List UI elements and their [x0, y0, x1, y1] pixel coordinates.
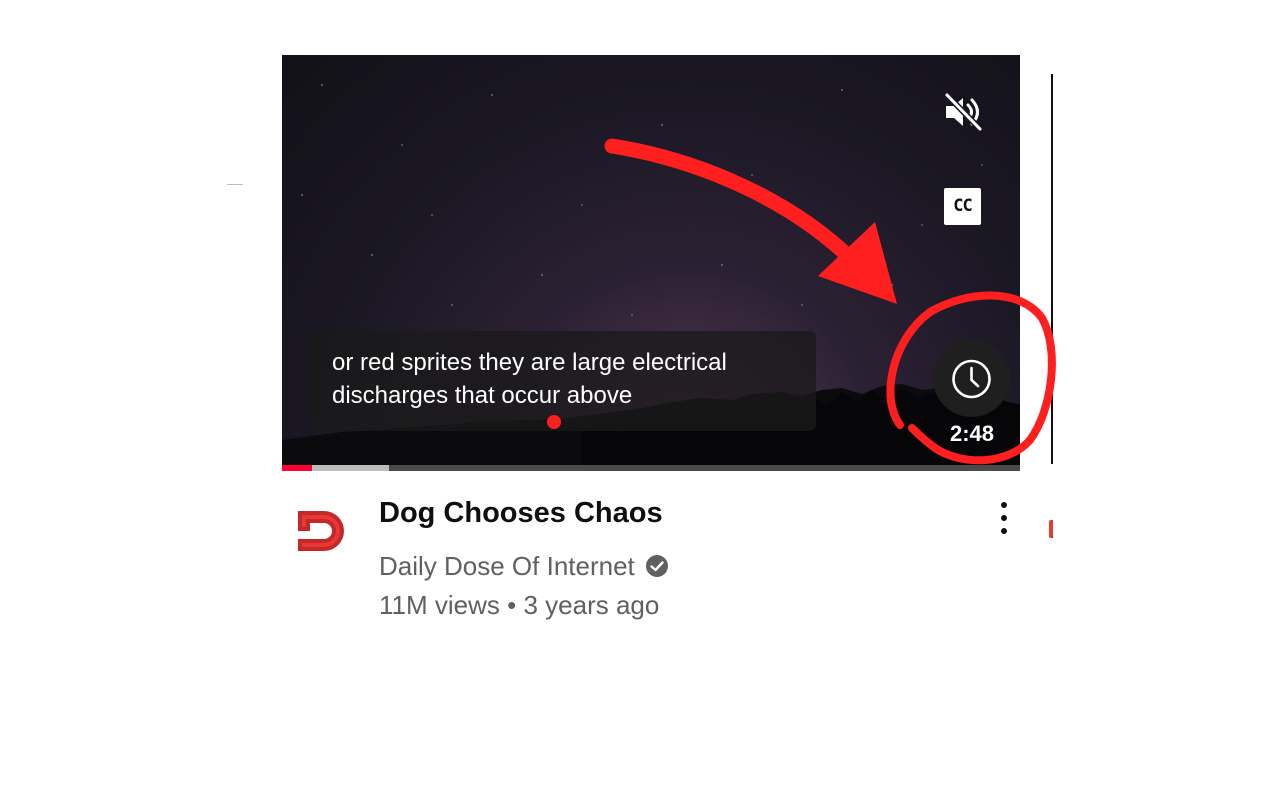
divider — [227, 184, 243, 185]
caption-line-1: or red sprites they are large electrical — [332, 349, 727, 376]
video-player[interactable]: or red sprites they are large electrical… — [282, 55, 1020, 471]
video-metadata: 11M views • 3 years ago — [379, 590, 659, 621]
more-dot — [1001, 515, 1007, 521]
channel-logo — [298, 511, 344, 551]
view-count: 11M views — [379, 590, 500, 620]
verified-icon — [645, 555, 668, 577]
progress-bar[interactable] — [282, 465, 1020, 471]
more-dot — [1001, 528, 1007, 534]
captions-label: CC — [953, 196, 972, 216]
volume-muted-icon — [944, 92, 983, 132]
clock-icon — [952, 359, 991, 399]
more-options-button[interactable] — [989, 500, 1019, 536]
channel-avatar[interactable] — [294, 503, 350, 559]
channel-name[interactable]: Daily Dose Of Internet — [379, 551, 635, 582]
video-title[interactable]: Dog Chooses Chaos — [379, 497, 663, 530]
duration-badge: 2:48 — [949, 421, 995, 446]
more-dot — [1001, 502, 1007, 508]
captions-button[interactable]: CC — [944, 188, 981, 225]
meta-separator: • — [507, 590, 517, 620]
upload-age: 3 years ago — [523, 590, 660, 620]
caption-box: or red sprites they are large electrical… — [309, 331, 816, 431]
next-video-edge — [1051, 74, 1053, 464]
page: or red sprites they are large electrical… — [0, 0, 1280, 800]
caption-line-2: discharges that occur above — [332, 382, 633, 409]
watch-later-button[interactable] — [933, 340, 1010, 417]
mute-button[interactable] — [941, 90, 985, 134]
progress-played — [282, 465, 312, 471]
next-video-avatar-edge — [1049, 520, 1053, 538]
channel-row[interactable]: Daily Dose Of Internet — [379, 550, 669, 582]
annotation-dot — [547, 415, 561, 429]
